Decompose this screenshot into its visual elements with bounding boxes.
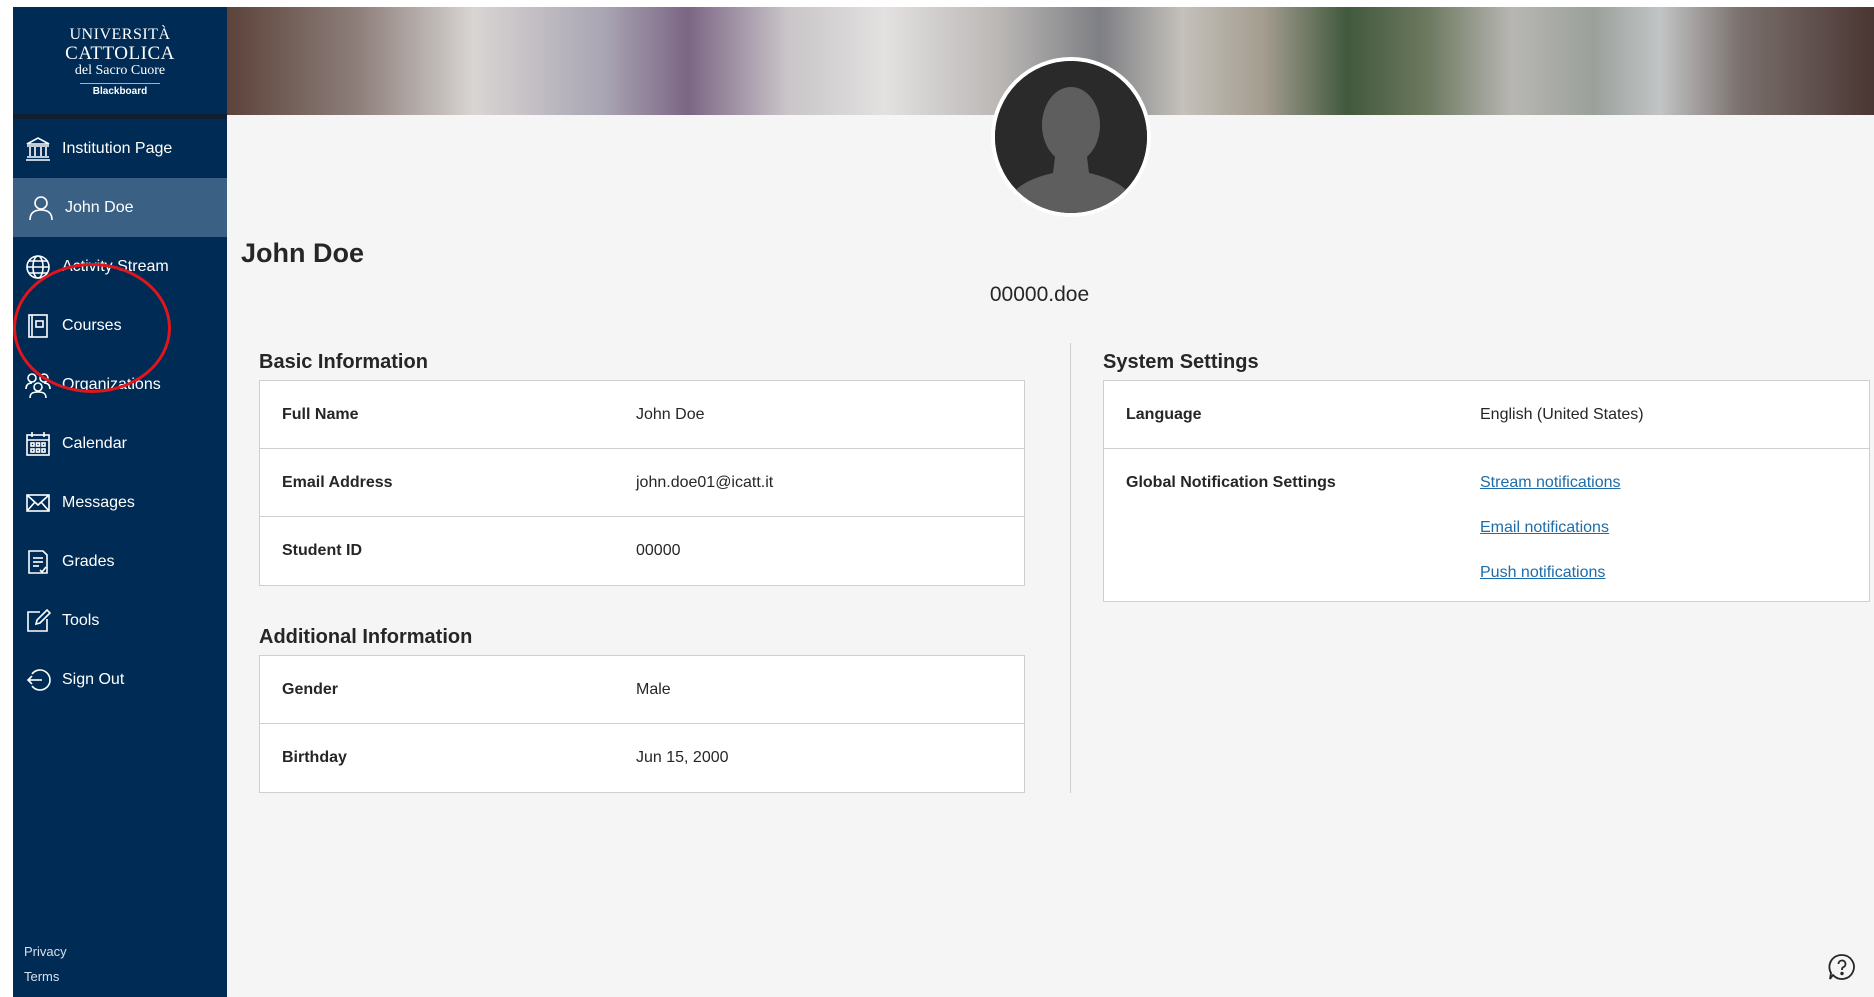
column-divider — [1070, 343, 1071, 793]
help-button[interactable] — [1828, 953, 1856, 981]
avatar[interactable] — [991, 57, 1151, 217]
sidebar: UNIVERSITÀ CATTOLICA del Sacro Cuore Bla… — [13, 7, 227, 997]
app-window: UNIVERSITÀ CATTOLICA del Sacro Cuore Bla… — [13, 7, 1874, 997]
sidebar-item-tools[interactable]: Tools — [13, 591, 227, 650]
sidebar-item-label: Activity Stream — [62, 257, 169, 275]
username: 00000.doe — [989, 283, 1090, 306]
organizations-icon — [24, 371, 52, 399]
institution-icon — [24, 135, 52, 163]
courses-icon — [24, 312, 52, 340]
sidebar-footer: Privacy Terms — [24, 939, 67, 989]
logo-line-2: CATTOLICA — [65, 43, 175, 64]
basic-information-heading: Basic Information — [259, 351, 428, 373]
envelope-icon — [24, 489, 52, 517]
sidebar-item-calendar[interactable]: Calendar — [13, 414, 227, 473]
grades-icon — [24, 548, 52, 576]
sidebar-item-label: Messages — [62, 493, 135, 511]
sidebar-item-grades[interactable]: Grades — [13, 532, 227, 591]
sidebar-item-label: Organizations — [62, 375, 161, 393]
field-label: Gender — [282, 681, 339, 698]
field-value: English (United States) — [1480, 406, 1644, 423]
sidebar-item-activity-stream[interactable]: Activity Stream — [13, 237, 227, 296]
notification-links: Stream notifications Email notifications… — [1480, 473, 1869, 583]
sign-out-icon — [24, 666, 52, 694]
globe-icon — [24, 253, 52, 281]
privacy-link[interactable]: Privacy — [24, 939, 67, 964]
sidebar-item-institution-page[interactable]: Institution Page — [13, 119, 227, 178]
sidebar-item-sign-out[interactable]: Sign Out — [13, 650, 227, 709]
field-value: john.doe01@icatt.it — [636, 474, 774, 491]
sidebar-item-messages[interactable]: Messages — [13, 473, 227, 532]
sidebar-item-label: Tools — [62, 611, 100, 629]
sidebar-item-label: John Doe — [65, 198, 134, 216]
sidebar-item-courses[interactable]: Courses — [13, 296, 227, 355]
language-row[interactable]: Language English (United States) — [1104, 381, 1869, 449]
full-name-row[interactable]: Full Name John Doe — [260, 381, 1024, 449]
gender-row[interactable]: Gender Male — [260, 656, 1024, 724]
page-title: John Doe — [241, 238, 365, 268]
field-value: Male — [636, 681, 671, 698]
system-settings-card: Language English (United States) Global … — [1103, 380, 1870, 602]
logo-blackboard: Blackboard — [92, 86, 148, 97]
student-id-row[interactable]: Student ID 00000 — [260, 517, 1024, 585]
field-value: Jun 15, 2000 — [636, 749, 729, 766]
help-icon — [1828, 954, 1855, 980]
global-notification-settings-row: Global Notification Settings Stream noti… — [1104, 449, 1869, 601]
system-settings-heading: System Settings — [1103, 351, 1259, 373]
sidebar-item-label: Sign Out — [62, 670, 125, 688]
additional-information-heading: Additional Information — [259, 626, 473, 648]
birthday-row[interactable]: Birthday Jun 15, 2000 — [260, 724, 1024, 792]
sidebar-item-organizations[interactable]: Organizations — [13, 355, 227, 414]
field-value: John Doe — [636, 406, 705, 423]
university-logo[interactable]: UNIVERSITÀ CATTOLICA del Sacro Cuore Bla… — [13, 7, 227, 119]
tools-icon — [24, 607, 52, 635]
terms-link[interactable]: Terms — [24, 964, 67, 989]
sidebar-item-label: Institution Page — [62, 139, 173, 157]
field-label: Student ID — [282, 542, 362, 559]
sidebar-item-label: Calendar — [62, 434, 127, 452]
sidebar-nav: Institution Page John Doe Activity Strea… — [13, 119, 227, 709]
sidebar-item-profile[interactable]: John Doe — [13, 178, 227, 237]
email-address-row[interactable]: Email Address john.doe01@icatt.it — [260, 449, 1024, 517]
user-icon — [27, 194, 55, 222]
field-label: Full Name — [282, 406, 359, 423]
field-value: 00000 — [636, 542, 681, 559]
logo-line-3: del Sacro Cuore — [74, 63, 166, 78]
logo-divider — [80, 83, 160, 84]
profile-page: John Doe 00000.doe Basic Information Ful… — [227, 7, 1874, 997]
push-notifications-link[interactable]: Push notifications — [1480, 563, 1869, 583]
basic-information-card: Full Name John Doe Email Address john.do… — [259, 380, 1025, 586]
field-label: Email Address — [282, 474, 393, 491]
email-notifications-link[interactable]: Email notifications — [1480, 518, 1869, 538]
additional-information-card: Gender Male Birthday Jun 15, 2000 — [259, 655, 1025, 793]
field-label: Global Notification Settings — [1126, 474, 1336, 491]
field-label: Birthday — [282, 749, 347, 766]
stream-notifications-link[interactable]: Stream notifications — [1480, 473, 1869, 493]
field-label: Language — [1126, 406, 1202, 423]
default-avatar-icon — [995, 61, 1147, 213]
sidebar-item-label: Grades — [62, 552, 115, 570]
calendar-icon — [24, 430, 52, 458]
logo-line-1: UNIVERSITÀ — [69, 26, 171, 43]
sidebar-item-label: Courses — [62, 316, 122, 334]
